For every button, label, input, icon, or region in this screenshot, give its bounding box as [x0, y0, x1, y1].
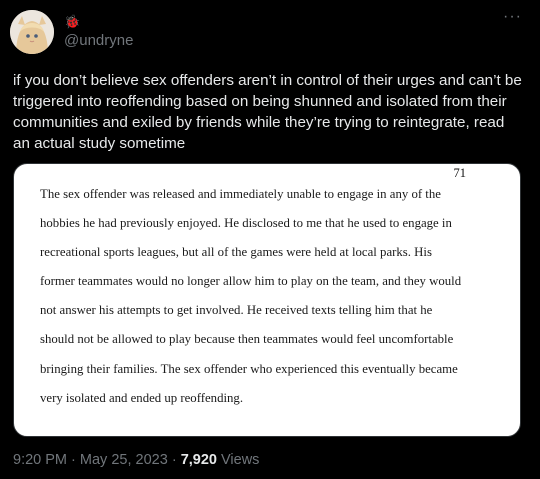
document-line: hobbies he had previously enjoyed. He di… [40, 216, 452, 231]
document-line: should not be allowed to play because th… [40, 332, 454, 347]
tweet-text: if you don’t believe sex offenders aren’… [13, 72, 522, 152]
avatar-drawing [10, 10, 54, 54]
avatar[interactable] [10, 10, 54, 54]
author-block: 🐞 @undryne [64, 14, 133, 50]
author-handle[interactable]: @undryne [64, 32, 133, 50]
document-line: bringing their families. The sex offende… [40, 361, 458, 376]
more-options-icon[interactable]: ··· [503, 8, 522, 26]
tweet-metadata: 9:20 PM · May 25, 2023 · 7,920 Views [13, 452, 259, 468]
views-count[interactable]: 7,920 [181, 452, 217, 468]
document-page-number: 71 [453, 166, 467, 180]
document-line: not answer his attempts to get involved.… [40, 303, 433, 318]
document-line: recreational sports leagues, but all of … [40, 245, 432, 260]
ladybug-icon: 🐞 [64, 14, 81, 29]
tweet-media-image[interactable]: 71 The sex offender was released and imm… [13, 163, 521, 437]
document-line: The sex offender was released and immedi… [40, 187, 441, 201]
tweet-date[interactable]: May 25, 2023 [80, 452, 168, 468]
separator-dot: · [171, 452, 177, 468]
document-line: very isolated and ended up reoffending. [40, 390, 244, 405]
tweet-time[interactable]: 9:20 PM [13, 452, 67, 468]
document-text: The sex offender was released and immedi… [40, 180, 510, 413]
separator-dot: · [71, 452, 76, 468]
document-line: former teammates would no longer allow h… [40, 274, 462, 289]
views-label: Views [221, 452, 260, 468]
